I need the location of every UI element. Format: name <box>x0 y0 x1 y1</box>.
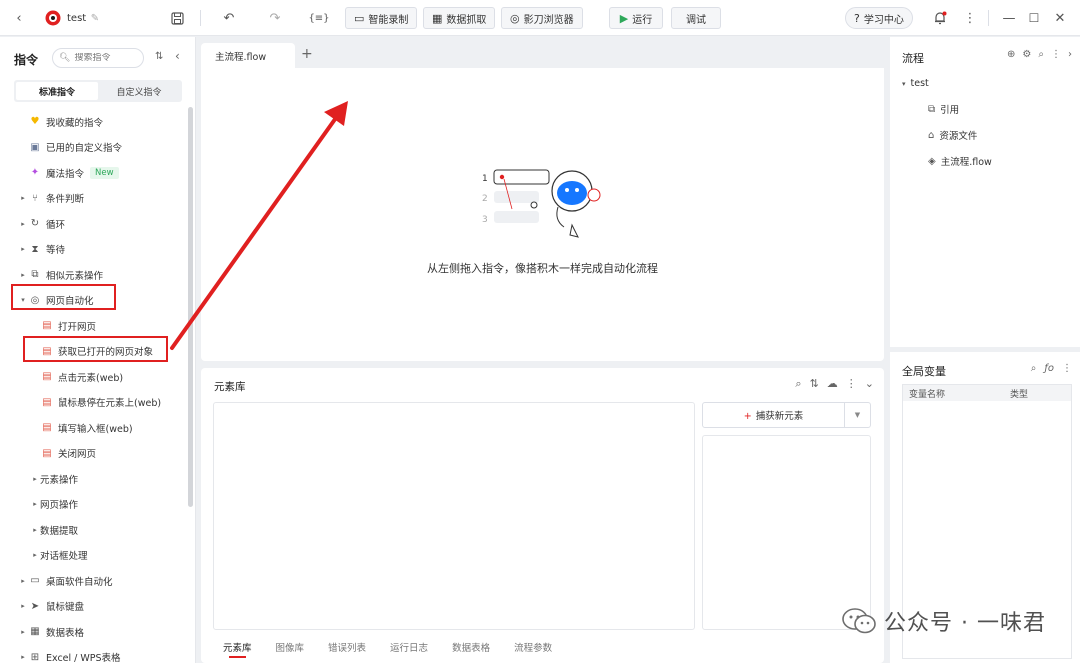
watermark: 公众号 · 一味君 <box>842 605 1046 637</box>
wechat-icon <box>842 608 876 634</box>
annotation-arrow <box>170 101 348 350</box>
